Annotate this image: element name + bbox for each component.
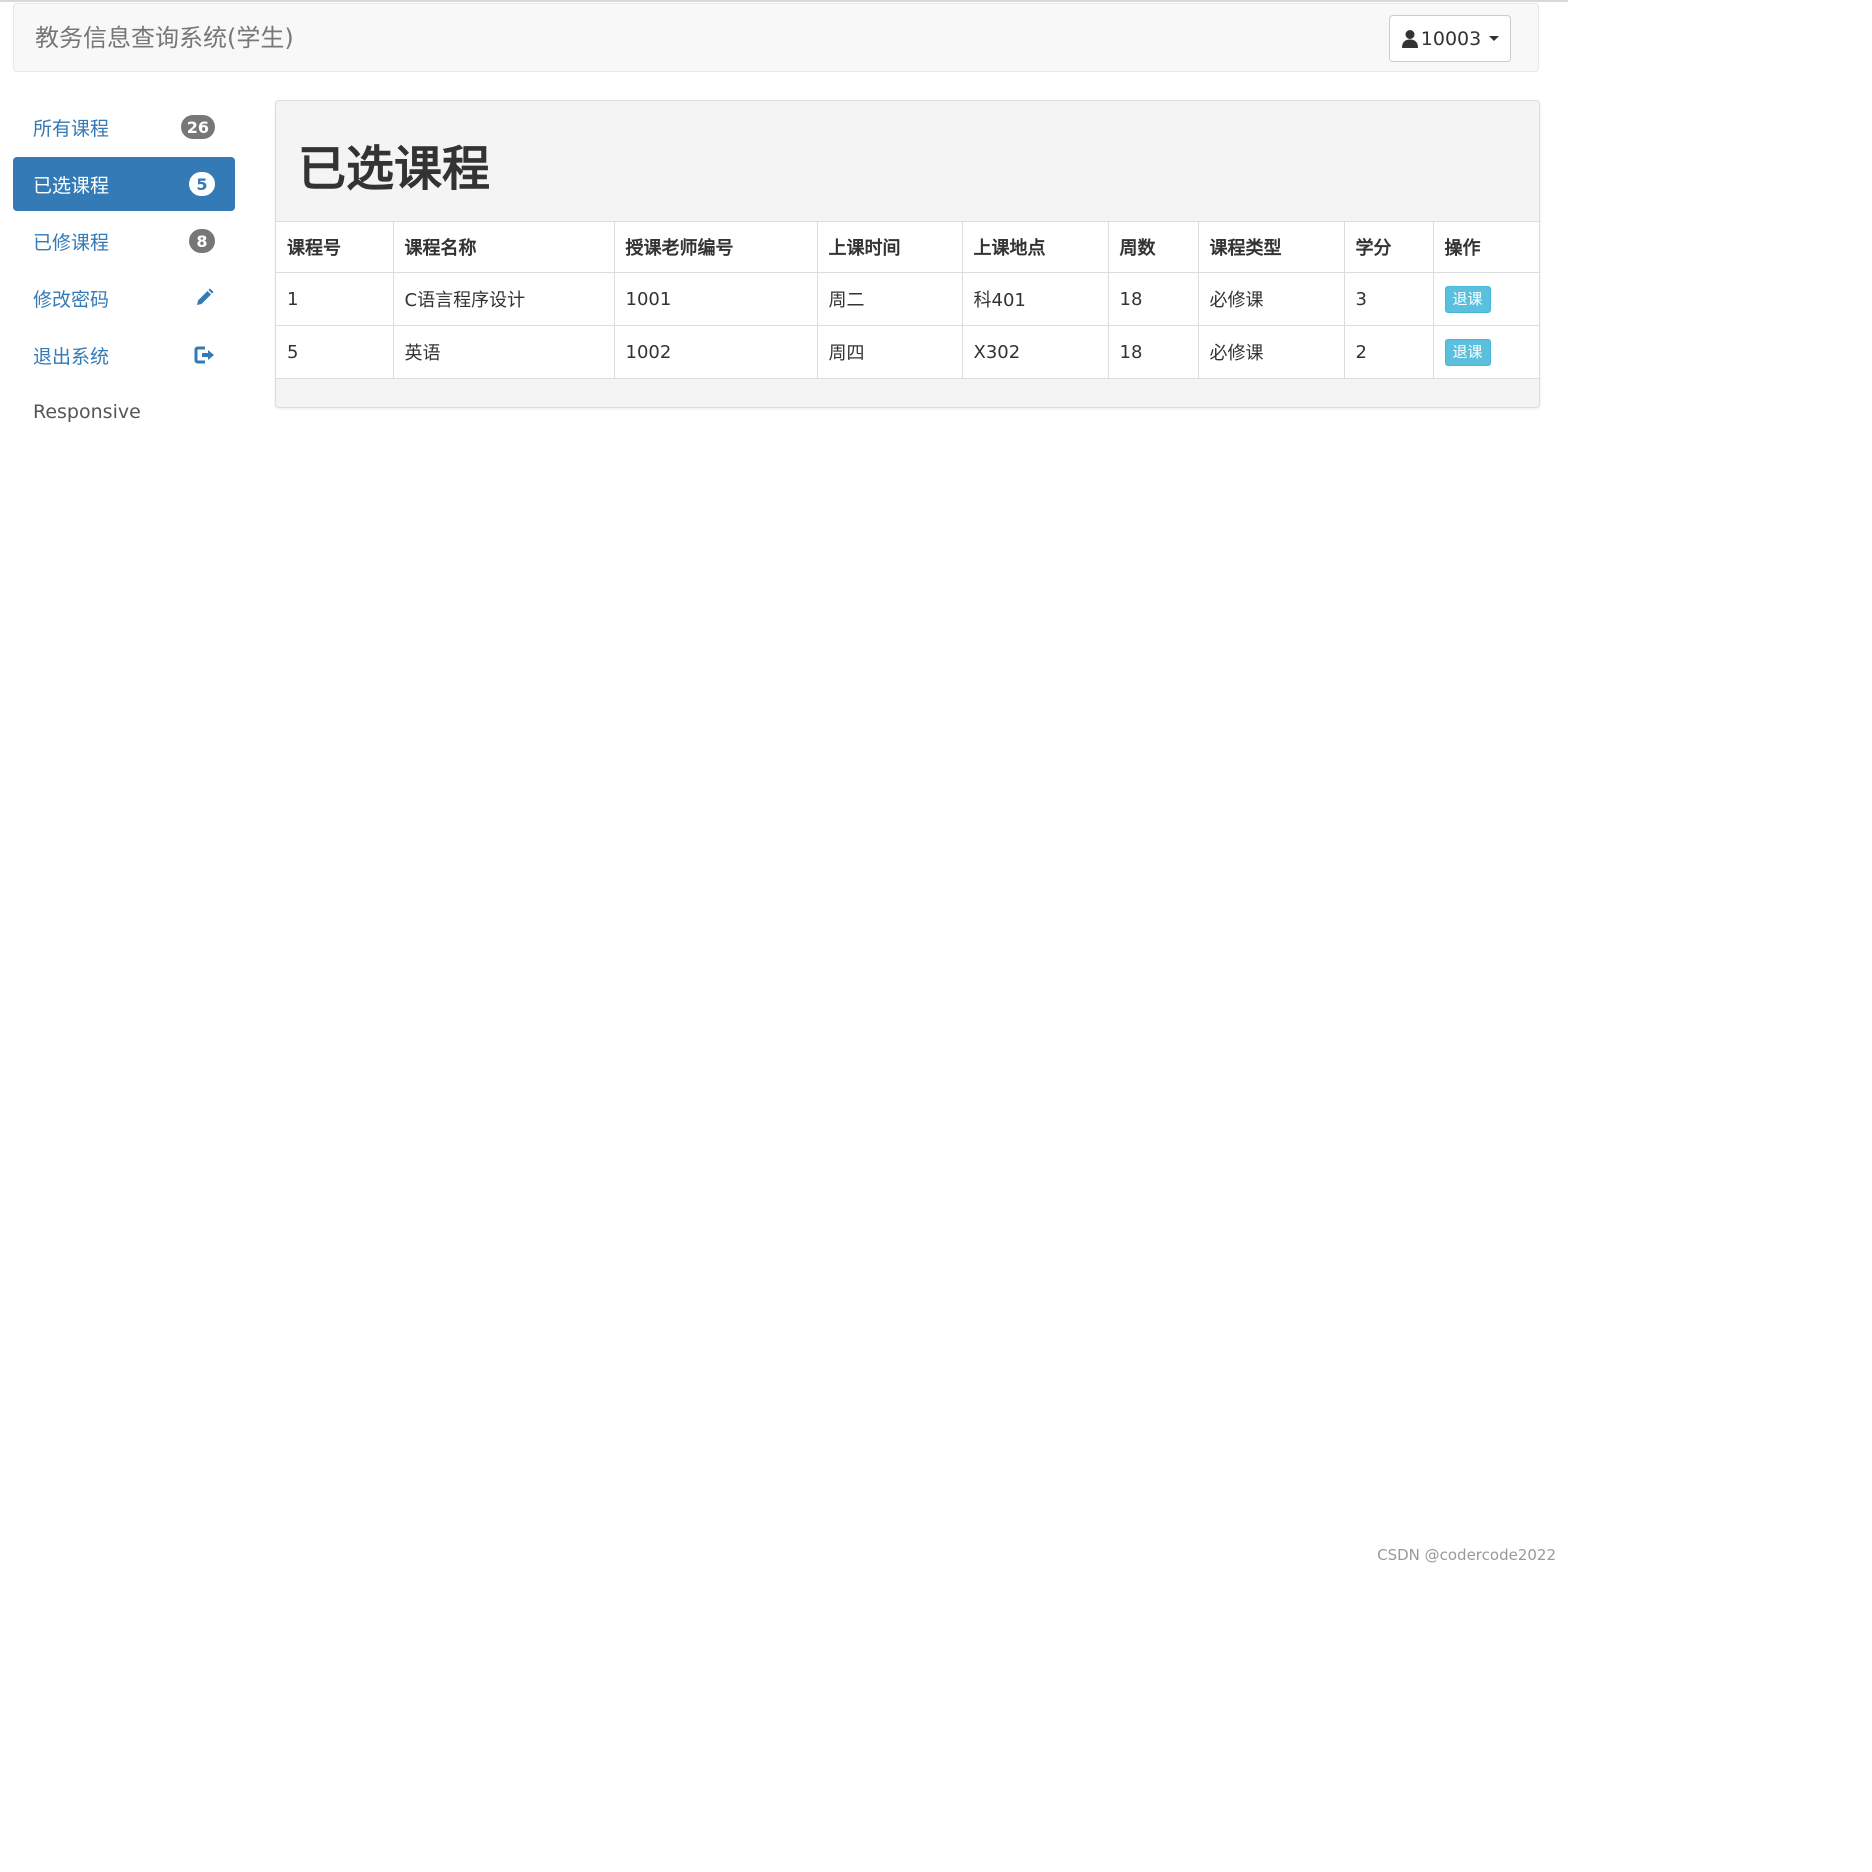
- sidebar-item-label: 已修课程: [33, 231, 110, 254]
- sidebar-item-label: 修改密码: [33, 288, 110, 311]
- table-cell: 英语: [392, 325, 615, 379]
- table-cell: 18: [1107, 325, 1199, 379]
- sidebar-item-change-password[interactable]: 修改密码: [13, 271, 235, 325]
- column-header: 学分: [1343, 221, 1434, 273]
- navbar: 教务信息查询系统(学生) 10003: [13, 3, 1539, 72]
- user-icon: [1401, 29, 1418, 48]
- table-cell: 退课: [1432, 325, 1539, 379]
- sidebar-item-label: 所有课程: [33, 117, 110, 140]
- top-border: [0, 0, 1568, 2]
- count-badge: 5: [189, 172, 215, 196]
- table-cell: 周二: [816, 272, 963, 326]
- table-cell: 2: [1343, 325, 1434, 379]
- courses-table: 课程号 课程名称 授课老师编号 上课时间 上课地点 周数 课程类型 学分 操作 …: [276, 221, 1539, 379]
- table-cell: 退课: [1432, 272, 1539, 326]
- sidebar-item-completed-courses[interactable]: 已修课程 8: [13, 214, 235, 268]
- table-cell: 必修课: [1197, 272, 1345, 326]
- column-header: 授课老师编号: [613, 221, 818, 273]
- sidebar-item-label: Responsive: [33, 401, 141, 423]
- column-header: 上课时间: [816, 221, 963, 273]
- count-badge: 8: [189, 229, 215, 253]
- table-header-row: 课程号 课程名称 授课老师编号 上课时间 上课地点 周数 课程类型 学分 操作: [276, 221, 1539, 273]
- table-cell: 1001: [613, 272, 818, 326]
- app-brand[interactable]: 教务信息查询系统(学生): [35, 22, 294, 54]
- user-dropdown-button[interactable]: 10003: [1389, 15, 1511, 62]
- sidebar-item-all-courses[interactable]: 所有课程 26: [13, 100, 235, 154]
- drop-course-button[interactable]: 退课: [1444, 285, 1491, 313]
- table-cell: 必修课: [1197, 325, 1345, 379]
- table-cell: X302: [961, 325, 1109, 379]
- selected-courses-panel: 已选课程 课程号 课程名称 授课老师编号 上课时间 上课地点 周数 课程类型 学…: [275, 100, 1540, 408]
- drop-course-button[interactable]: 退课: [1444, 338, 1491, 366]
- pencil-icon: [197, 288, 214, 305]
- column-header: 课程名称: [392, 221, 615, 273]
- table-cell: 18: [1107, 272, 1199, 326]
- sidebar-item-label: 退出系统: [33, 345, 110, 368]
- table-cell: 1002: [613, 325, 818, 379]
- column-header: 周数: [1107, 221, 1199, 273]
- table-cell: 1: [276, 272, 394, 326]
- sidebar-item-responsive: Responsive: [13, 385, 235, 439]
- table-cell: 3: [1343, 272, 1434, 326]
- watermark: CSDN @codercode2022: [1377, 1546, 1556, 1564]
- column-header: 上课地点: [961, 221, 1109, 273]
- column-header: 课程类型: [1197, 221, 1345, 273]
- chevron-down-icon: [1489, 36, 1500, 41]
- column-header: 操作: [1432, 221, 1539, 273]
- sidebar-item-logout[interactable]: 退出系统: [13, 328, 235, 382]
- column-header: 课程号: [276, 221, 394, 273]
- user-id-label: 10003: [1420, 27, 1482, 50]
- count-badge: 26: [180, 115, 215, 139]
- table-row: 1 C语言程序设计 1001 周二 科401 18 必修课 3 退课: [276, 272, 1539, 326]
- table-cell: 5: [276, 325, 394, 379]
- table-cell: 科401: [961, 272, 1109, 326]
- page-title: 已选课程: [298, 141, 491, 197]
- table-cell: 周四: [816, 325, 963, 379]
- table-cell: C语言程序设计: [392, 272, 615, 326]
- sidebar-item-label: 已选课程: [33, 174, 110, 197]
- sidebar: 所有课程 26 已选课程 5 已修课程 8 修改密码 退出系统 Responsi…: [13, 100, 235, 442]
- sidebar-item-selected-courses[interactable]: 已选课程 5: [13, 157, 235, 211]
- table-row: 5 英语 1002 周四 X302 18 必修课 2 退课: [276, 325, 1539, 379]
- logout-icon: [194, 346, 214, 364]
